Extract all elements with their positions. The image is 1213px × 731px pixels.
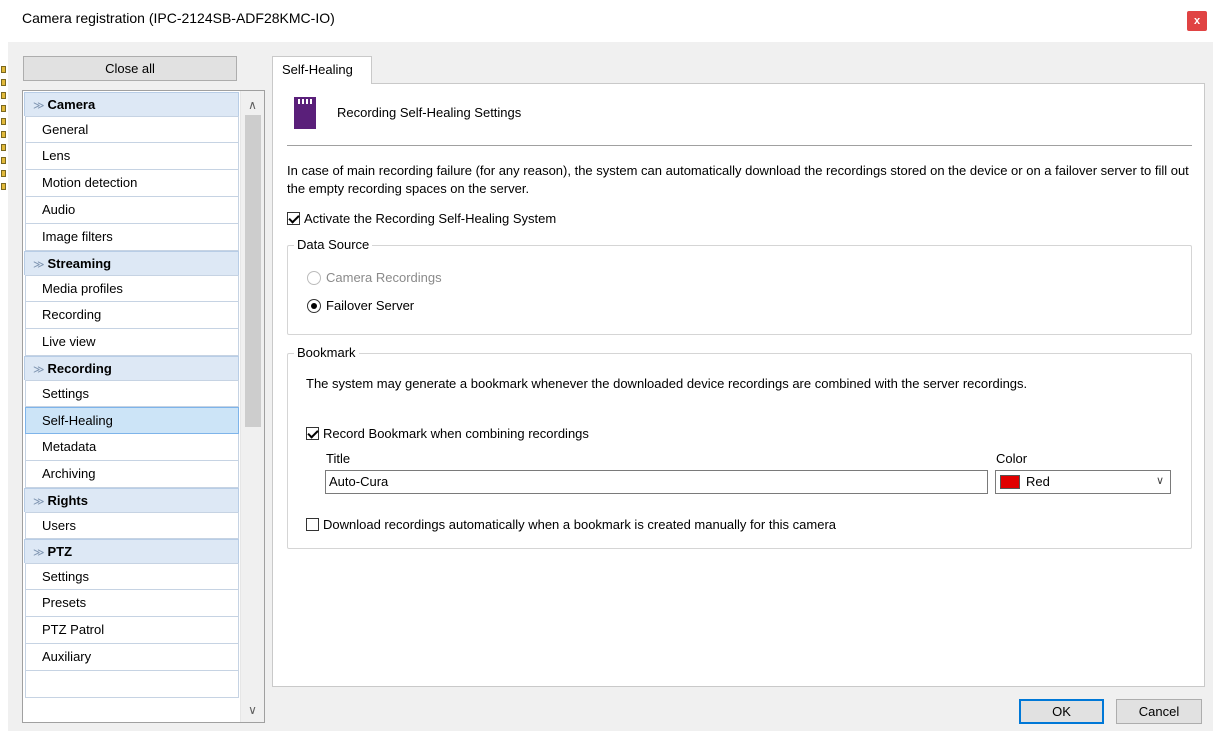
sidebar-item-settings[interactable]: Settings — [25, 380, 239, 407]
title-label: Title — [326, 451, 351, 466]
sidebar-item-live-view[interactable]: Live view — [25, 329, 239, 356]
radio-failover-server[interactable]: Failover Server — [307, 298, 414, 313]
sidebar-item-self-healing[interactable]: Self-Healing — [25, 407, 239, 434]
bookmark-description: The system may generate a bookmark whene… — [306, 376, 1028, 391]
color-select-value: Red — [1026, 474, 1050, 489]
scrollbar-thumb[interactable] — [245, 115, 261, 427]
sidebar-group-label: PTZ — [47, 544, 73, 559]
activate-self-healing-checkbox[interactable]: Activate the Recording Self-Healing Syst… — [287, 211, 556, 226]
tab-self-healing[interactable]: Self-Healing — [272, 56, 372, 84]
sidebar-group-streaming[interactable]: ≫ Streaming — [24, 251, 239, 275]
collapse-icon: ≫ — [33, 364, 45, 376]
data-source-label: Data Source — [294, 237, 373, 252]
record-bookmark-checkbox[interactable]: Record Bookmark when combining recording… — [306, 426, 589, 441]
description-text: In case of main recording failure (for a… — [287, 163, 1189, 196]
failover-server-label: Failover Server — [326, 298, 415, 313]
download-recordings-label: Download recordings automatically when a… — [323, 517, 837, 532]
sidebar-item-recording[interactable]: Recording — [25, 302, 239, 329]
close-icon[interactable]: x — [1187, 11, 1207, 31]
background-window-edge — [0, 60, 8, 260]
settings-panel: Recording Self-Healing Settings In case … — [272, 83, 1205, 687]
color-swatch — [1000, 475, 1020, 489]
sidebar-item-users[interactable]: Users — [25, 512, 239, 539]
bookmark-group: Bookmark The system may generate a bookm… — [287, 345, 1192, 549]
sidebar-item-archiving[interactable]: Archiving — [25, 461, 239, 488]
title-bar: Camera registration (IPC-2124SB-ADF28KMC… — [0, 0, 1213, 40]
data-source-group: Data Source Camera Recordings Failover S… — [287, 237, 1192, 335]
close-all-button[interactable]: Close all — [23, 56, 237, 81]
sidebar-item-presets[interactable]: Presets — [25, 590, 239, 617]
color-label: Color — [996, 451, 1028, 466]
bookmark-title-input[interactable]: Auto-Cura — [325, 470, 988, 494]
sidebar-item-cutoff[interactable] — [25, 671, 239, 698]
camera-recordings-label: Camera Recordings — [326, 270, 442, 285]
sidebar-group-label: Recording — [47, 361, 112, 376]
sidebar-item-auxiliary[interactable]: Auxiliary — [25, 644, 239, 671]
sidebar-item-general[interactable]: General — [25, 116, 239, 143]
record-bookmark-label: Record Bookmark when combining recording… — [323, 426, 589, 441]
scroll-down-icon[interactable]: ∨ — [241, 700, 264, 720]
radio-empty-icon[interactable] — [307, 271, 321, 285]
collapse-icon: ≫ — [33, 259, 45, 271]
collapse-icon: ≫ — [33, 100, 45, 112]
bookmark-label: Bookmark — [294, 345, 359, 360]
checkbox-empty-icon[interactable] — [306, 518, 319, 531]
sidebar-group-label: Streaming — [47, 256, 112, 271]
color-select[interactable]: Red ∨ — [995, 470, 1171, 494]
activate-label: Activate the Recording Self-Healing Syst… — [304, 211, 557, 226]
sidebar-item-ptz-settings[interactable]: Settings — [25, 563, 239, 590]
sidebar-scrollbar[interactable]: ∧ ∨ — [240, 91, 264, 722]
collapse-icon: ≫ — [33, 547, 45, 559]
sidebar-item-metadata[interactable]: Metadata — [25, 434, 239, 461]
sidebar-group-ptz[interactable]: ≫ PTZ — [24, 539, 239, 563]
sidebar-item-ptz-patrol[interactable]: PTZ Patrol — [25, 617, 239, 644]
download-recordings-checkbox[interactable]: Download recordings automatically when a… — [306, 517, 836, 532]
section-title: Recording Self-Healing Settings — [337, 105, 522, 120]
chevron-down-icon[interactable]: ∨ — [1156, 474, 1164, 487]
collapse-icon: ≫ — [33, 496, 45, 508]
sidebar-group-label: Camera — [47, 97, 96, 112]
cancel-button[interactable]: Cancel — [1116, 699, 1202, 724]
sidebar-group-recording[interactable]: ≫ Recording — [24, 356, 239, 380]
sd-card-icon — [294, 97, 316, 129]
sidebar-group-label: Rights — [47, 493, 88, 508]
window-title: Camera registration (IPC-2124SB-ADF28KMC… — [22, 10, 335, 26]
sidebar-item-audio[interactable]: Audio — [25, 197, 239, 224]
sidebar-item-image-filters[interactable]: Image filters — [25, 224, 239, 251]
checkbox-checked-icon[interactable] — [287, 212, 300, 225]
sidebar-item-motion-detection[interactable]: Motion detection — [25, 170, 239, 197]
radio-camera-recordings[interactable]: Camera Recordings — [307, 270, 442, 285]
sidebar-item-media-profiles[interactable]: Media profiles — [25, 275, 239, 302]
sidebar-item-lens[interactable]: Lens — [25, 143, 239, 170]
sidebar-group-camera[interactable]: ≫ Camera — [24, 92, 239, 116]
divider — [287, 145, 1192, 146]
scroll-up-icon[interactable]: ∧ — [241, 95, 264, 115]
sidebar-nav: ≫ Camera General Lens Motion detection Au… — [22, 90, 265, 723]
sidebar-group-rights[interactable]: ≫ Rights — [24, 488, 239, 512]
ok-button[interactable]: OK — [1019, 699, 1104, 724]
sidebar-list: ≫ Camera General Lens Motion detection Au… — [24, 92, 239, 698]
radio-selected-icon[interactable] — [307, 299, 321, 313]
checkbox-checked-icon[interactable] — [306, 427, 319, 440]
